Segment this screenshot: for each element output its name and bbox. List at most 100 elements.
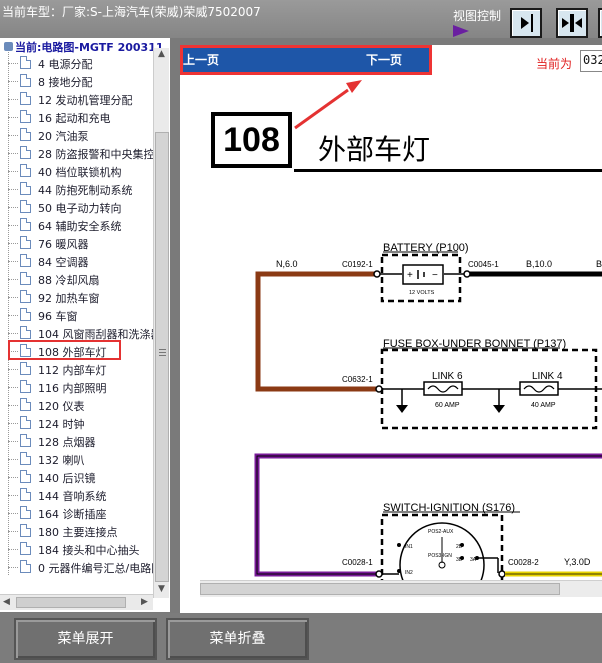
menu-collapse-button[interactable]: 菜单折叠 [166, 618, 309, 660]
document-icon [20, 92, 31, 105]
wiring-diagram: BATTERY (P100) + − 12 VOLTS N,6.0 C0192-… [254, 242, 602, 580]
document-icon [20, 110, 31, 123]
tree-connector [8, 495, 18, 496]
tree-item-label: 92 加热车窗 [38, 292, 100, 305]
view-more-button[interactable] [598, 8, 602, 38]
tree-connector [8, 243, 18, 244]
tree-item-label: 20 汽油泵 [38, 130, 89, 143]
document-icon [20, 326, 31, 339]
battery-plus-icon: + [407, 270, 413, 281]
viewer-horizontal-scrollbar[interactable] [200, 580, 602, 597]
tree-connector [8, 99, 18, 100]
window-title: 当前车型：厂家:S-上海汽车(荣威)荣威7502007 [2, 5, 261, 19]
tree-item-label: 120 仪表 [38, 400, 85, 413]
document-icon [20, 470, 31, 483]
tree-item-label: 0 元器件编号汇总/电路图 [38, 562, 163, 575]
menu-expand-button[interactable]: 菜单展开 [14, 618, 157, 660]
viewer-hscroll-thumb[interactable] [200, 583, 560, 595]
tree-item-label: 184 接头和中心抽头 [38, 544, 140, 557]
link4-amp: 40 AMP [531, 402, 556, 409]
tree-item-label: 140 后识镜 [38, 472, 96, 485]
document-icon [20, 524, 31, 537]
document-icon [20, 56, 31, 69]
tree-item-label: 40 档位联锁机构 [38, 166, 122, 179]
tree-connector [8, 63, 18, 64]
tree-connector [8, 531, 18, 532]
tree-item-label: 44 防抱死制动系统 [38, 184, 133, 197]
scroll-right-icon[interactable]: ▶ [141, 597, 148, 607]
bottom-bar: 菜单展开 菜单折叠 [0, 613, 602, 663]
sidebar-tree: 当前:电路图-MGTF 200311 4 电源分配 8 接地分配 12 发动机管理分… [0, 38, 170, 612]
link4-fuse [519, 381, 559, 396]
scroll-up-icon[interactable]: ▲ [158, 49, 165, 59]
tree-root-label: 当前:电路图-MGTF 200311 [15, 41, 164, 54]
tree-item-label: 76 暖风器 [38, 238, 89, 251]
document-icon [20, 560, 31, 573]
conn-c0028-1-label: C0028-1 [342, 558, 373, 567]
sw-in1-label: IN1 [405, 544, 413, 550]
tree-connector [8, 333, 18, 334]
tree-item-label: 8 接地分配 [38, 76, 93, 89]
sw-in2-label: IN2 [405, 570, 413, 576]
tree-connector [8, 117, 18, 118]
sidebar-hscroll-thumb[interactable] [16, 597, 126, 608]
link4-label: LINK 4 [532, 371, 563, 382]
conn-c0045-label: C0045-1 [468, 260, 499, 269]
tree-item-label: 28 防盗报警和中央集控 [38, 148, 155, 161]
conn-c0192-label: C0192-1 [342, 260, 373, 269]
sidebar-vertical-scrollbar[interactable]: ▲ ▼ [153, 48, 169, 598]
document-icon [20, 542, 31, 555]
tree-connector [8, 135, 18, 136]
tree-connector [8, 81, 18, 82]
sw-pos2aux-label: POS2-AUX [428, 529, 454, 535]
tree-connector [8, 261, 18, 262]
wire-brown [255, 271, 376, 392]
document-icon [20, 452, 31, 465]
tree-item-label: 88 冷却风扇 [38, 274, 100, 287]
tree-item-label: 132 喇叭 [38, 454, 85, 467]
tree-connector [8, 423, 18, 424]
tree-item-label: 84 空调器 [38, 256, 89, 269]
document-icon [20, 506, 31, 519]
scroll-down-icon[interactable]: ▼ [158, 584, 165, 594]
document-icon [20, 164, 31, 177]
tree-connector [8, 567, 18, 568]
document-icon [20, 182, 31, 195]
tree-connector [8, 207, 18, 208]
link6-amp: 60 AMP [435, 402, 460, 409]
tree-connector [8, 441, 18, 442]
tree-item-label: 50 电子动力转向 [38, 202, 122, 215]
tree-connector [8, 513, 18, 514]
sidebar-horizontal-scrollbar[interactable]: ◀ ▶ [0, 594, 153, 610]
tree-connector [8, 477, 18, 478]
tree-item-label: 16 起动和充电 [38, 112, 111, 125]
sidebar-scroll-thumb[interactable] [155, 132, 169, 582]
tree-root[interactable]: 当前:电路图-MGTF 200311 [4, 39, 164, 55]
link6-fuse [423, 381, 463, 396]
diagram-viewer: 上一页 下一页 当前为 032 108 外部车灯 BATTERY (P100) … [180, 45, 602, 613]
document-icon [20, 218, 31, 231]
document-icon [20, 398, 31, 411]
wire-y30d-label: Y,3.0D [564, 557, 591, 567]
wire-n60-label: N,6.0 [276, 259, 298, 269]
tree-connector [8, 315, 18, 316]
document-icon [20, 236, 31, 249]
view-single-page-button[interactable] [510, 8, 542, 38]
tree-connector [8, 387, 18, 388]
wire-b-label: B [596, 259, 602, 269]
document-icon [20, 434, 31, 447]
tree-connector [8, 405, 18, 406]
tree-connector [8, 549, 18, 550]
fit-width-icon [562, 14, 582, 32]
tree-item-label: 64 辅助安全系统 [38, 220, 122, 233]
view-fit-width-button[interactable] [556, 8, 588, 38]
wire-b100-label: B,10.0 [526, 259, 552, 269]
tree-item-label: 12 发动机管理分配 [38, 94, 133, 107]
tree-item-label: 128 点烟器 [38, 436, 96, 449]
tree-item-label: 144 音响系统 [38, 490, 107, 503]
scroll-left-icon[interactable]: ◀ [3, 597, 10, 607]
document-icon [20, 272, 31, 285]
battery-volts: 12 VOLTS [409, 290, 435, 296]
document-icon [20, 380, 31, 393]
tree-connector [8, 369, 18, 370]
